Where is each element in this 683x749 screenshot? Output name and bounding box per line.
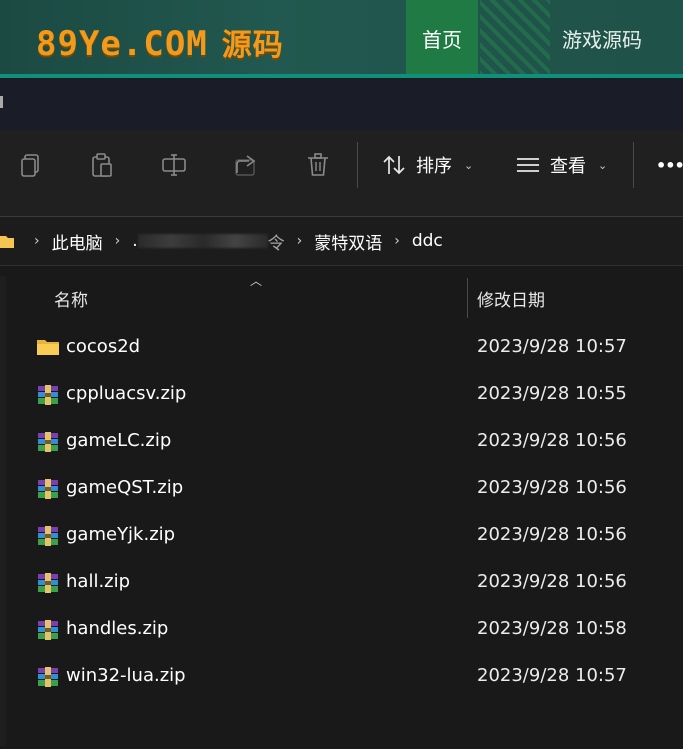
logo-cn: 源码 [221,28,284,63]
file-name: cppluacsv.zip [66,383,187,404]
sort-label: 排序 [416,156,452,177]
winrar-archive-icon [36,524,60,546]
banner-stripe [0,74,683,78]
file-modified-date: 2023/9/28 10:56 [477,477,627,498]
chevron-right-icon: › [34,233,40,249]
chevron-right-icon: › [394,233,400,249]
chevron-right-icon: › [296,233,303,249]
file-row[interactable]: cppluacsv.zip 2023/9/28 10:55 [30,375,670,415]
file-name: handles.zip [66,618,169,639]
file-row[interactable]: gameYjk.zip 2023/9/28 10:56 [30,516,670,556]
folder-icon [0,236,14,248]
rename-icon[interactable] [161,152,187,178]
chevron-down-icon: ⌄ [598,158,608,172]
file-modified-date: 2023/9/28 10:56 [477,524,627,545]
file-modified-date: 2023/9/28 10:56 [477,571,627,592]
column-header-date[interactable]: 修改日期 [477,286,545,311]
winrar-archive-icon [36,571,60,593]
more-options-button[interactable]: ••• [656,150,683,180]
banner-decoration [480,0,550,76]
redacted-path-segment [137,234,268,248]
site-logo[interactable]: 89Ye.COM 源码 [36,20,284,64]
nav-game-source[interactable]: 游戏源码 [562,0,642,76]
column-header-name[interactable]: 名称 [54,286,88,311]
breadcrumb-folder[interactable]: 蒙特双语 [314,229,382,254]
sort-caret-up-icon: ︿ [250,274,263,288]
file-list: ︿ 名称 修改日期 cocos2d 2023/9/28 10:57 cppluacs… [0,266,683,749]
column-divider[interactable] [467,278,468,318]
file-row[interactable]: gameLC.zip 2023/9/28 10:56 [30,422,670,462]
file-row[interactable]: gameQST.zip 2023/9/28 10:56 [30,469,670,509]
winrar-archive-icon [36,618,60,640]
command-bar: 排序 ⌄ 查看 ⌄ ••• [0,130,683,217]
chevron-right-icon: › [114,233,121,249]
file-modified-date: 2023/9/28 10:55 [477,383,627,404]
file-name: cocos2d [66,336,141,357]
file-modified-date: 2023/9/28 10:56 [477,430,627,451]
delete-icon[interactable] [305,152,331,178]
file-modified-date: 2023/9/28 10:57 [477,665,627,686]
winrar-archive-icon [36,383,60,405]
winrar-archive-icon [36,430,60,452]
column-header: ︿ 名称 修改日期 [0,266,683,326]
file-name: gameYjk.zip [66,524,176,545]
file-name: gameLC.zip [66,430,172,451]
file-modified-date: 2023/9/28 10:58 [477,618,627,639]
title-band [0,80,683,130]
file-name: hall.zip [66,571,131,592]
sort-icon [383,155,405,175]
sort-button[interactable]: 排序 ⌄ [382,150,473,180]
view-list-icon [517,158,539,172]
winrar-archive-icon [36,477,60,499]
toolbar-separator [357,142,358,188]
copy-icon[interactable] [18,152,44,178]
site-banner: 89Ye.COM 源码 首页 游戏源码 [0,0,683,78]
window-edge-mark [0,96,3,108]
file-row[interactable]: handles.zip 2023/9/28 10:58 [30,610,670,650]
file-row[interactable]: hall.zip 2023/9/28 10:56 [30,563,670,603]
view-button[interactable]: 查看 ⌄ [516,150,607,180]
breadcrumb-obscured-suffix: 令 [267,233,285,254]
share-icon[interactable] [233,152,259,178]
file-row[interactable]: cocos2d 2023/9/28 10:57 [30,328,670,368]
file-name: gameQST.zip [66,477,184,498]
breadcrumb-current-folder[interactable]: ddc [412,231,443,251]
breadcrumb-this-pc[interactable]: 此电脑 [52,229,103,254]
folder-icon [36,336,60,358]
nav-home[interactable]: 首页 [406,0,478,76]
scrollbar[interactable] [0,276,6,746]
breadcrumb: › 此电脑 › . 令 › 蒙特双语 › ddc [0,217,683,266]
toolbar-separator [633,142,634,188]
chevron-down-icon: ⌄ [464,158,474,172]
winrar-archive-icon [36,665,60,687]
logo-text: 89Ye.COM [36,24,208,64]
file-row[interactable]: win32-lua.zip 2023/9/28 10:57 [30,657,670,697]
file-name: win32-lua.zip [66,665,186,686]
file-modified-date: 2023/9/28 10:57 [477,336,627,357]
view-label: 查看 [550,156,586,177]
paste-icon[interactable] [89,152,115,178]
